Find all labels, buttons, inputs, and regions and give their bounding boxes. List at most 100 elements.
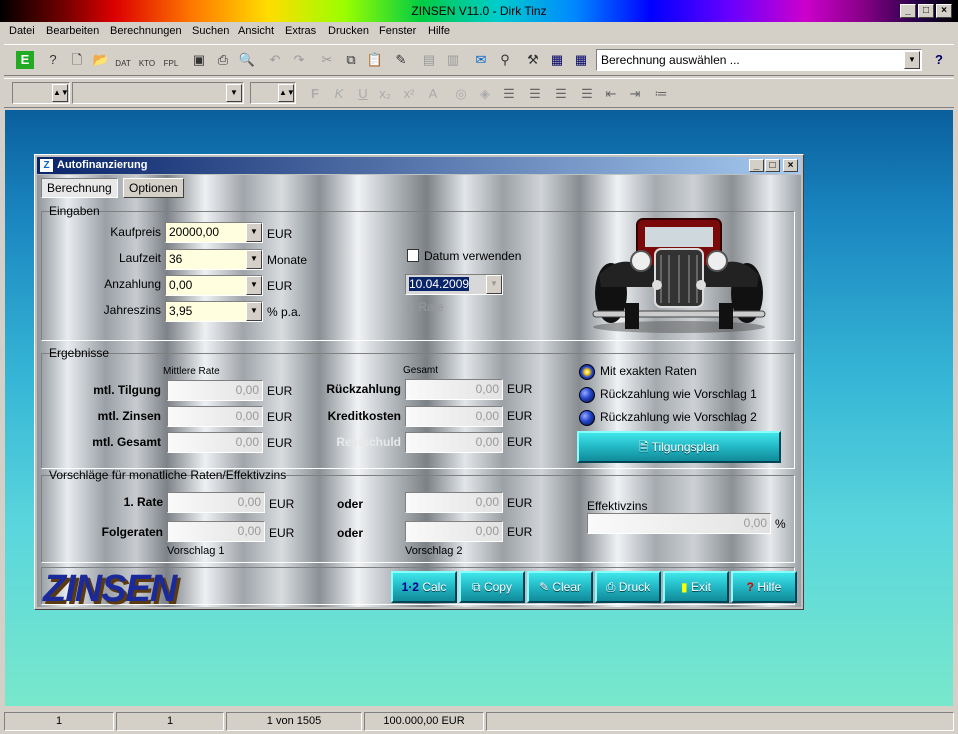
indent-icon[interactable]: ⇥ [626, 85, 644, 103]
calculation-select[interactable]: Berechnung auswählen ... ▼ [596, 49, 922, 71]
copy-button[interactable]: ⧉ Copy [459, 571, 525, 603]
ergebnisse-legend: Ergebnisse [49, 346, 110, 360]
subscript-icon[interactable]: x₂ [376, 85, 394, 103]
menu-extras[interactable]: Extras [285, 25, 316, 37]
anzahlung-label: Anzahlung [104, 277, 161, 291]
cut-icon[interactable]: ✂ [318, 51, 336, 69]
exit-button[interactable]: ▮ Exit [663, 571, 729, 603]
bold-icon[interactable]: F [306, 85, 324, 103]
close-button[interactable]: × [936, 4, 952, 18]
clear-button[interactable]: ✎ Clear [527, 571, 593, 603]
italic-icon[interactable]: K [330, 85, 348, 103]
window-title-bar: Z Autofinanzierung _ □ × [37, 157, 801, 174]
size-spinner[interactable]: ▲▼ [250, 82, 296, 104]
datum-input[interactable]: 10.04.2009 ▼ [405, 274, 503, 295]
radio-vorschlag-2[interactable] [579, 410, 595, 426]
mail-icon[interactable]: ✉ [472, 51, 490, 69]
laufzeit-input[interactable]: 36 ▼ [165, 249, 263, 270]
highlight-icon[interactable]: ◎ [452, 85, 470, 103]
chevron-down-icon[interactable]: ▼ [246, 223, 262, 242]
tilgungsplan-label: Tilgungsplan [651, 440, 720, 454]
menu-drucken[interactable]: Drucken [328, 25, 369, 37]
chevron-down-icon[interactable]: ▼ [246, 276, 262, 295]
bullet-list-icon[interactable]: ≔ [652, 85, 670, 103]
window-close-button[interactable]: × [783, 159, 798, 172]
druck-button[interactable]: ⎙ Druck [595, 571, 661, 603]
align-center-icon[interactable]: ☰ [526, 85, 544, 103]
justify-icon[interactable]: ☰ [578, 85, 596, 103]
radio-exakte-raten[interactable] [579, 364, 595, 380]
status-cell-4: 100.000,00 EUR [364, 712, 484, 731]
tilgungsplan-button[interactable]: 🗎 Tilgungsplan [577, 431, 781, 463]
document-icon[interactable]: ▤ [420, 51, 438, 69]
menu-suchen[interactable]: Suchen [192, 25, 229, 37]
menu-hilfe[interactable]: Hilfe [428, 25, 450, 37]
chevron-down-icon[interactable]: ▼ [486, 275, 502, 294]
chevron-down-icon[interactable]: ▼ [226, 84, 242, 102]
tab-berechnung[interactable]: Berechnung [41, 178, 118, 198]
vintage-car-image [592, 218, 766, 333]
calc-button[interactable]: 1·2 Calc [391, 571, 457, 603]
menu-ansicht[interactable]: Ansicht [238, 25, 274, 37]
anzahlung-input[interactable]: 0,00 ▼ [165, 275, 263, 296]
maximize-button[interactable]: □ [918, 4, 934, 18]
align-right-icon[interactable]: ☰ [552, 85, 570, 103]
calculator-doc-icon[interactable]: ▥ [444, 51, 462, 69]
save-icon[interactable]: ▣ [190, 51, 208, 69]
print-icon[interactable]: ⎙ [214, 51, 232, 69]
app-icon: Z [40, 159, 53, 172]
restschuld-unit: EUR [507, 435, 533, 449]
spinner-icon[interactable]: ▲▼ [52, 84, 69, 102]
dat-icon[interactable]: DAT [114, 49, 132, 68]
window-minimize-button[interactable]: _ [749, 159, 764, 172]
tools-icon[interactable]: ⚒ [524, 51, 542, 69]
chevron-down-icon[interactable]: ▼ [246, 302, 262, 321]
underline-icon[interactable]: U [354, 85, 372, 103]
effektivzins-label: Effektivzins [587, 499, 648, 513]
hilfe-button[interactable]: ? Hilfe [731, 571, 797, 603]
open-folder-icon[interactable]: 📂 [92, 51, 110, 69]
calendar-icon[interactable]: ▦ [572, 51, 590, 69]
info-icon[interactable]: ? [44, 51, 62, 69]
rueckzahlung-label: Rückzahlung [326, 382, 401, 396]
outdent-icon[interactable]: ⇤ [602, 85, 620, 103]
redo-icon[interactable]: ↷ [290, 51, 308, 69]
menu-bearbeiten[interactable]: Bearbeiten [46, 25, 99, 37]
menu-fenster[interactable]: Fenster [379, 25, 416, 37]
jahreszins-input[interactable]: 3,95 ▼ [165, 301, 263, 322]
calculator-icon[interactable]: ▦ [548, 51, 566, 69]
rate1-unit: EUR [269, 497, 295, 511]
paste-icon[interactable]: 📋 [366, 51, 384, 69]
window-maximize-button[interactable]: □ [765, 159, 780, 172]
status-cell-5 [486, 712, 954, 731]
chevron-down-icon[interactable]: ▼ [904, 51, 920, 69]
chevron-down-icon[interactable]: ▼ [246, 250, 262, 269]
copy-icon[interactable]: ⧉ [342, 51, 360, 69]
help-icon[interactable]: ? [930, 51, 948, 69]
kaufpreis-input[interactable]: 20000,00 ▼ [165, 222, 263, 243]
spinner-icon[interactable]: ▲▼ [278, 84, 295, 102]
datum-checkbox[interactable] [407, 249, 419, 262]
radio-vorschlag-1-label: Rückzahlung wie Vorschlag 1 [600, 387, 757, 401]
fill-icon[interactable]: ◈ [476, 85, 494, 103]
binoculars-icon[interactable]: ⚲ [496, 51, 514, 69]
menu-berechnungen[interactable]: Berechnungen [110, 25, 182, 37]
menu-datei[interactable]: Datei [9, 25, 35, 37]
print-preview-icon[interactable]: 🔍 [238, 51, 256, 69]
excel-icon[interactable]: E [16, 51, 34, 69]
new-file-icon[interactable]: 🗋 [68, 51, 86, 69]
fpl-icon[interactable]: FPL [162, 49, 180, 68]
font-size-spinner[interactable]: ▲▼ [12, 82, 70, 104]
tab-optionen[interactable]: Optionen [123, 178, 184, 198]
clear-icon[interactable]: ✎ [392, 51, 410, 69]
vorschlag-1-caption: Vorschlag 1 [167, 545, 225, 557]
minimize-button[interactable]: _ [900, 4, 916, 18]
kreditkosten-unit: EUR [507, 409, 533, 423]
kto-icon[interactable]: KTO [138, 49, 156, 68]
radio-vorschlag-1[interactable] [579, 387, 595, 403]
superscript-icon[interactable]: x² [400, 85, 418, 103]
undo-icon[interactable]: ↶ [266, 51, 284, 69]
font-color-icon[interactable]: A [424, 85, 442, 103]
font-select[interactable]: ▼ [72, 82, 244, 104]
align-left-icon[interactable]: ☰ [500, 85, 518, 103]
